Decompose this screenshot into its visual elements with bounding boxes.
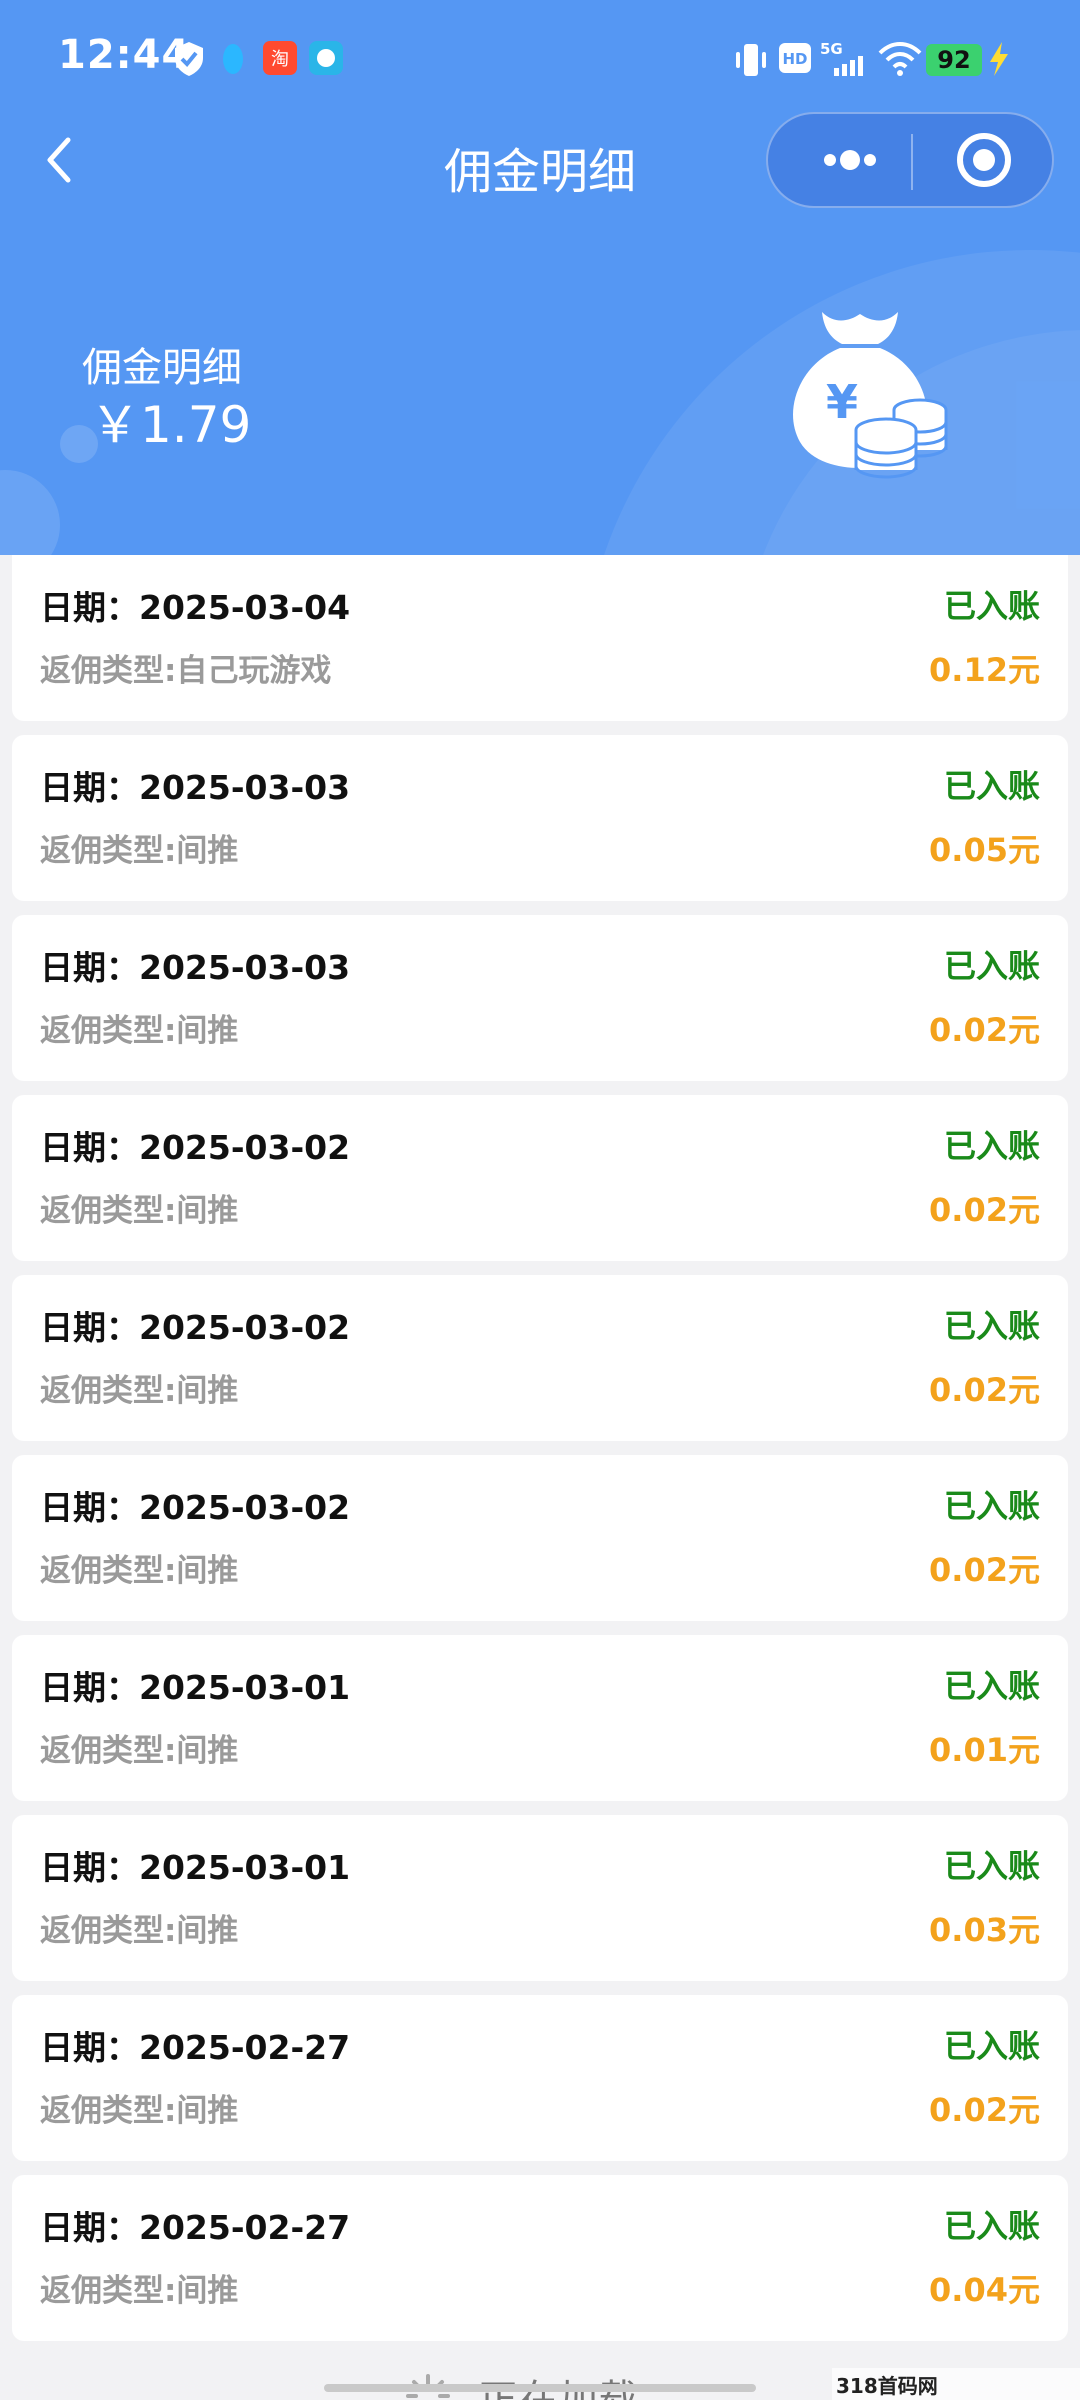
list-item[interactable]: 日期：2025-03-01 返佣类型:间推 已入账 0.03元 bbox=[12, 1815, 1068, 1981]
home-indicator[interactable] bbox=[324, 2384, 756, 2392]
record-type: 返佣类型:间推 bbox=[40, 1733, 239, 1769]
list-item[interactable]: 日期：2025-03-03 返佣类型:间推 已入账 0.05元 bbox=[12, 735, 1068, 901]
record-amount: 0.02元 bbox=[929, 1011, 1040, 1049]
signal-5g-icon: 5G bbox=[820, 40, 863, 76]
svg-text:5G: 5G bbox=[820, 40, 843, 58]
record-type: 返佣类型:间推 bbox=[40, 2093, 239, 2129]
record-status: 已入账 bbox=[943, 2027, 1040, 2065]
list-item[interactable]: 日期：2025-03-02 返佣类型:间推 已入账 0.02元 bbox=[12, 1095, 1068, 1261]
record-type: 返佣类型:间推 bbox=[40, 1193, 239, 1229]
record-status: 已入账 bbox=[943, 1847, 1040, 1885]
status-bar: 12:44 淘 HD 5G 92 bbox=[0, 0, 1080, 120]
record-date: 日期：2025-02-27 bbox=[40, 2208, 351, 2247]
record-date: 日期：2025-03-01 bbox=[40, 1668, 351, 1707]
mini-program-capsule bbox=[766, 112, 1054, 208]
list-item[interactable]: 日期：2025-02-27 返佣类型:间推 已入账 0.02元 bbox=[12, 1995, 1068, 2161]
vibrate-icon bbox=[736, 44, 766, 76]
list-item[interactable]: 日期：2025-03-03 返佣类型:间推 已入账 0.02元 bbox=[12, 915, 1068, 1081]
commission-list: 日期：2025-03-04 返佣类型:自己玩游戏 已入账 0.12元 日期：20… bbox=[12, 555, 1068, 2355]
record-type: 返佣类型:间推 bbox=[40, 1913, 239, 1949]
close-mini-program-button[interactable] bbox=[916, 114, 1052, 206]
header: 12:44 淘 HD 5G 92 佣金明细 佣金明细 ￥1.79 ¥ bbox=[0, 0, 1080, 555]
list-item[interactable]: 日期：2025-03-04 返佣类型:自己玩游戏 已入账 0.12元 bbox=[12, 555, 1068, 721]
navigation-bar: 佣金明细 bbox=[0, 110, 1080, 210]
record-date: 日期：2025-02-27 bbox=[40, 2028, 351, 2067]
money-bag-icon: ¥ bbox=[793, 312, 948, 479]
record-date: 日期：2025-03-04 bbox=[40, 588, 351, 627]
list-item[interactable]: 日期：2025-03-02 返佣类型:间推 已入账 0.02元 bbox=[12, 1275, 1068, 1441]
status-time: 12:44 bbox=[58, 32, 191, 78]
record-amount: 0.05元 bbox=[929, 831, 1040, 869]
list-item[interactable]: 日期：2025-03-02 返佣类型:间推 已入账 0.02元 bbox=[12, 1455, 1068, 1621]
record-type: 返佣类型:自己玩游戏 bbox=[40, 653, 332, 689]
watermark: 318首码网 www.e318.com bbox=[832, 2368, 1080, 2400]
record-type: 返佣类型:间推 bbox=[40, 2273, 239, 2309]
record-amount: 0.02元 bbox=[929, 1551, 1040, 1589]
record-amount: 0.01元 bbox=[929, 1731, 1040, 1769]
more-icon bbox=[824, 150, 876, 170]
record-status: 已入账 bbox=[943, 947, 1040, 985]
record-status: 已入账 bbox=[943, 1307, 1040, 1345]
record-type: 返佣类型:间推 bbox=[40, 833, 239, 869]
record-amount: 0.12元 bbox=[929, 651, 1040, 689]
record-type: 返佣类型:间推 bbox=[40, 1013, 239, 1049]
record-amount: 0.03元 bbox=[929, 1911, 1040, 1949]
record-date: 日期：2025-03-03 bbox=[40, 768, 351, 807]
record-status: 已入账 bbox=[943, 2207, 1040, 2245]
list-item[interactable]: 日期：2025-02-27 返佣类型:间推 已入账 0.04元 bbox=[12, 2175, 1068, 2341]
record-status: 已入账 bbox=[943, 767, 1040, 805]
record-status: 已入账 bbox=[943, 1127, 1040, 1165]
message-app-icon bbox=[309, 41, 343, 75]
record-type: 返佣类型:间推 bbox=[40, 1373, 239, 1409]
record-date: 日期：2025-03-02 bbox=[40, 1128, 351, 1167]
battery-icon: 92 bbox=[926, 44, 982, 76]
decorative-circle bbox=[0, 470, 60, 555]
svg-text:淘: 淘 bbox=[271, 49, 289, 70]
target-icon bbox=[957, 133, 1011, 187]
app-notification-icon bbox=[223, 44, 243, 74]
more-button[interactable] bbox=[788, 114, 908, 206]
record-type: 返佣类型:间推 bbox=[40, 1553, 239, 1589]
charging-icon bbox=[990, 42, 1008, 76]
commission-total: ￥1.79 bbox=[90, 396, 252, 454]
record-status: 已入账 bbox=[943, 1487, 1040, 1525]
record-amount: 0.02元 bbox=[929, 2091, 1040, 2129]
wifi-icon bbox=[878, 42, 922, 76]
svg-text:HD: HD bbox=[782, 50, 807, 68]
record-date: 日期：2025-03-01 bbox=[40, 1848, 351, 1887]
taobao-app-icon: 淘 bbox=[263, 41, 297, 75]
hd-icon: HD bbox=[779, 43, 811, 73]
record-status: 已入账 bbox=[943, 587, 1040, 625]
record-amount: 0.02元 bbox=[929, 1191, 1040, 1229]
record-amount: 0.04元 bbox=[929, 2271, 1040, 2309]
list-item[interactable]: 日期：2025-03-01 返佣类型:间推 已入账 0.01元 bbox=[12, 1635, 1068, 1801]
record-date: 日期：2025-03-02 bbox=[40, 1488, 351, 1527]
capsule-divider bbox=[911, 134, 913, 190]
record-status: 已入账 bbox=[943, 1667, 1040, 1705]
record-amount: 0.02元 bbox=[929, 1371, 1040, 1409]
svg-text:¥: ¥ bbox=[826, 375, 858, 429]
record-date: 日期：2025-03-02 bbox=[40, 1308, 351, 1347]
shield-icon bbox=[175, 42, 203, 76]
record-date: 日期：2025-03-03 bbox=[40, 948, 351, 987]
